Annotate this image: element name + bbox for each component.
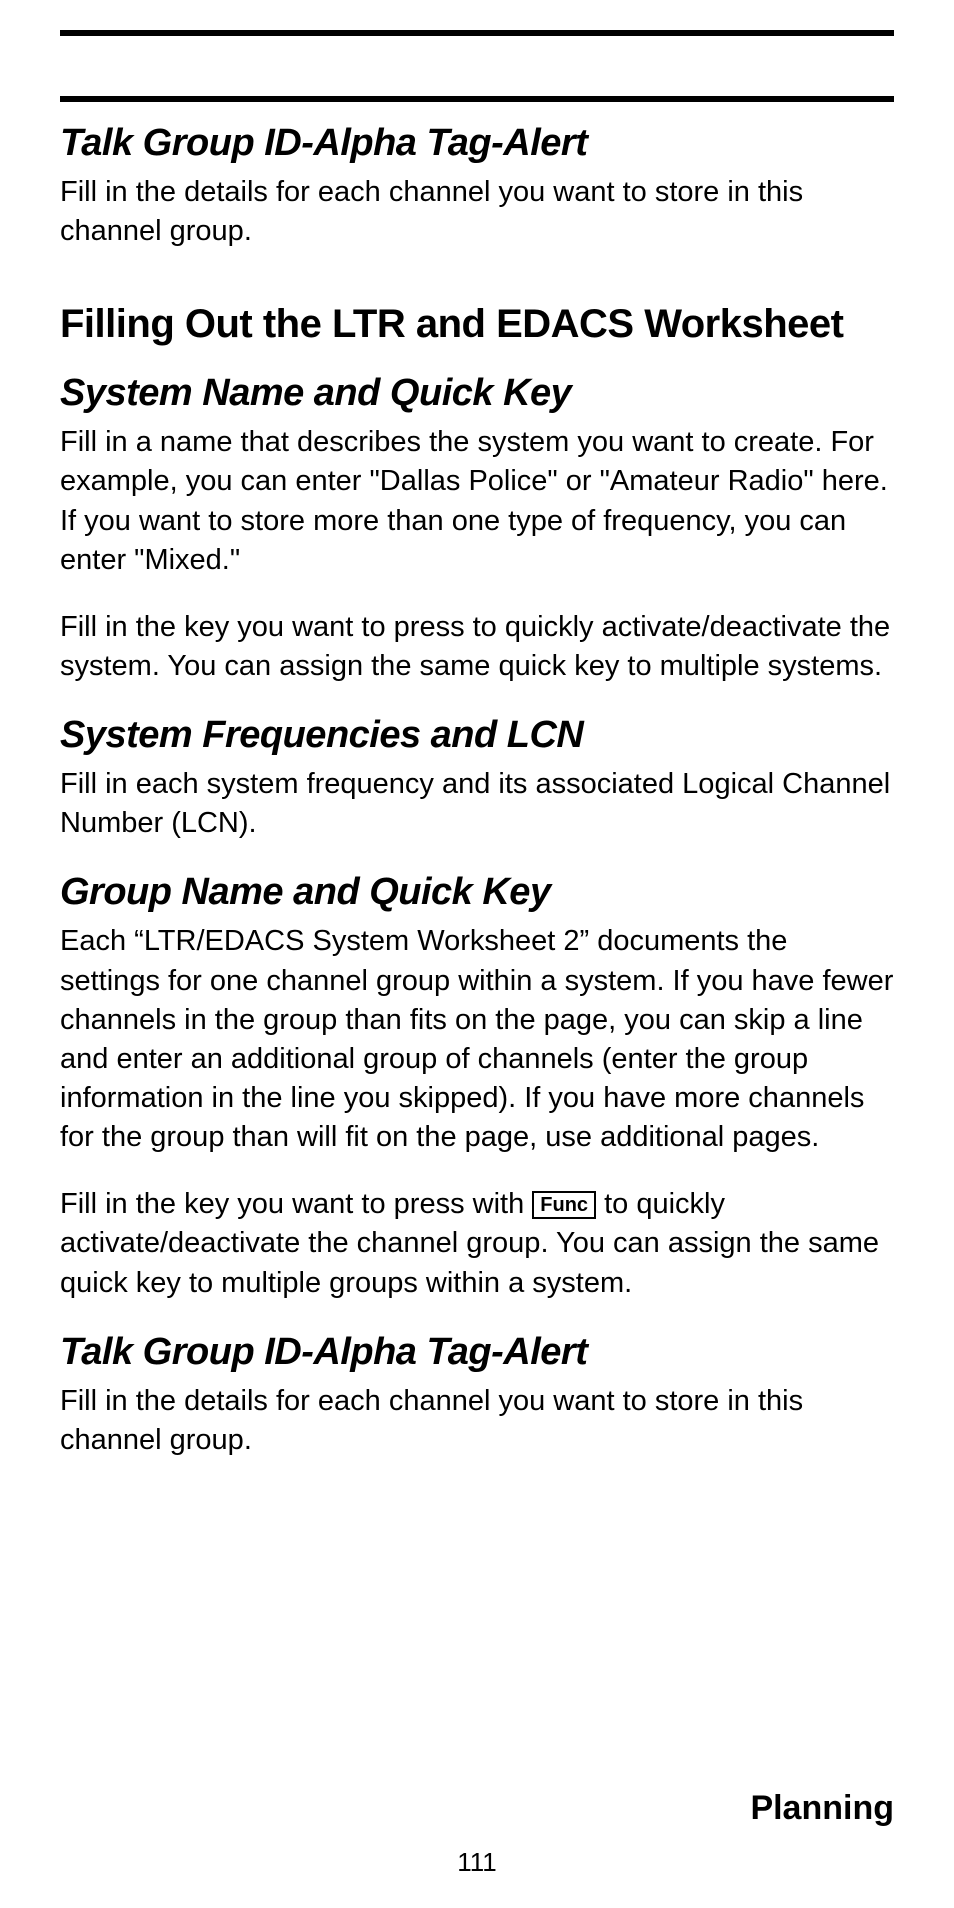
para-sec4-p2: Fill in the key you want to press with F… xyxy=(60,1185,894,1302)
heading-main: Filling Out the LTR and EDACS Worksheet xyxy=(60,301,894,347)
page-number: 111 xyxy=(0,1847,954,1878)
heading-talk-group-1: Talk Group ID-Alpha Tag-Alert xyxy=(60,122,894,165)
para-sec1-p1: Fill in the details for each channel you… xyxy=(60,173,894,251)
top-rule xyxy=(60,30,894,36)
heading-talk-group-2: Talk Group ID-Alpha Tag-Alert xyxy=(60,1331,894,1374)
heading-system-name: System Name and Quick Key xyxy=(60,372,894,415)
heading-system-freq: System Frequencies and LCN xyxy=(60,714,894,757)
para-sec4-p1: Each “LTR/EDACS System Worksheet 2” docu… xyxy=(60,922,894,1157)
para-sec3-p1: Fill in each system frequency and its as… xyxy=(60,765,894,843)
heading-rule xyxy=(60,96,894,102)
para-sec2-p1: Fill in a name that describes the system… xyxy=(60,423,894,580)
para-sec2-p2: Fill in the key you want to press to qui… xyxy=(60,608,894,686)
func-key-icon: Func xyxy=(532,1191,596,1219)
footer-section-title: Planning xyxy=(60,1789,894,1828)
heading-group-name: Group Name and Quick Key xyxy=(60,871,894,914)
page: Talk Group ID-Alpha Tag-Alert Fill in th… xyxy=(0,0,954,1908)
para-sec4-p2a: Fill in the key you want to press with xyxy=(60,1188,532,1220)
footer: Planning xyxy=(60,1789,894,1828)
para-sec5-p1: Fill in the details for each channel you… xyxy=(60,1382,894,1460)
